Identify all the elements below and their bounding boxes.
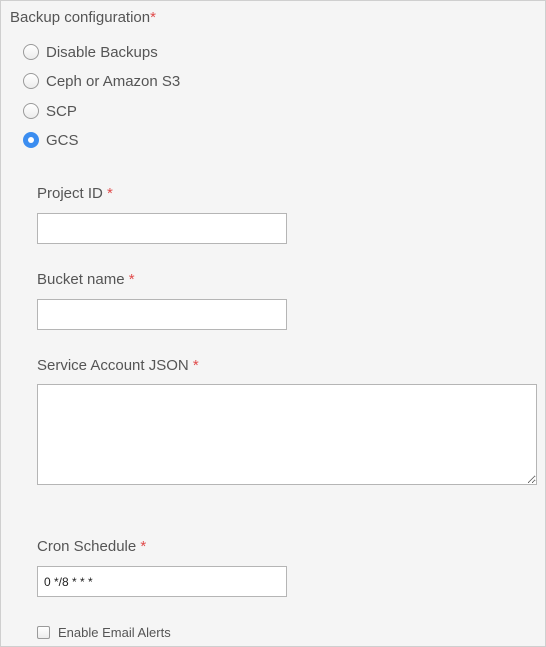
required-marker: *	[128, 271, 135, 288]
radio-button-gcs[interactable]	[23, 132, 39, 148]
bucket-name-label: Bucket name *	[37, 271, 135, 288]
radio-button-ceph-s3[interactable]	[23, 73, 39, 89]
radio-label-gcs: GCS	[46, 131, 79, 149]
bucket-name-input[interactable]	[37, 299, 287, 330]
service-account-json-textarea[interactable]	[37, 384, 537, 485]
radio-option-disable-backups[interactable]: Disable Backups	[23, 42, 158, 62]
backup-config-title: Backup configuration*	[10, 9, 156, 26]
project-id-label: Project ID *	[37, 185, 113, 202]
radio-label-scp: SCP	[46, 102, 77, 120]
cron-schedule-label: Cron Schedule *	[37, 538, 146, 555]
project-id-label-text: Project ID	[37, 185, 103, 202]
backup-config-title-text: Backup configuration	[10, 9, 151, 26]
required-marker: *	[140, 538, 147, 555]
radio-option-gcs[interactable]: GCS	[23, 130, 79, 150]
enable-email-alerts-option[interactable]: Enable Email Alerts	[37, 623, 171, 641]
service-account-json-label: Service Account JSON *	[37, 357, 199, 374]
cron-schedule-label-text: Cron Schedule	[37, 538, 137, 555]
radio-button-disable-backups[interactable]	[23, 44, 39, 60]
required-marker: *	[107, 185, 113, 202]
backup-config-panel: Backup configuration* Disable Backups Ce…	[0, 0, 546, 647]
required-marker: *	[192, 357, 199, 374]
project-id-input[interactable]	[37, 213, 287, 244]
radio-option-scp[interactable]: SCP	[23, 101, 77, 121]
enable-email-alerts-checkbox[interactable]	[37, 625, 50, 639]
service-account-json-label-text: Service Account JSON	[37, 357, 189, 374]
cron-schedule-input[interactable]	[37, 566, 287, 597]
radio-button-scp[interactable]	[23, 103, 39, 119]
bucket-name-label-text: Bucket name	[37, 271, 125, 288]
radio-label-ceph-s3: Ceph or Amazon S3	[46, 72, 181, 90]
radio-option-ceph-s3[interactable]: Ceph or Amazon S3	[23, 71, 180, 91]
required-marker: *	[150, 9, 156, 26]
enable-email-alerts-label: Enable Email Alerts	[58, 624, 171, 640]
radio-label-disable-backups: Disable Backups	[46, 43, 158, 61]
